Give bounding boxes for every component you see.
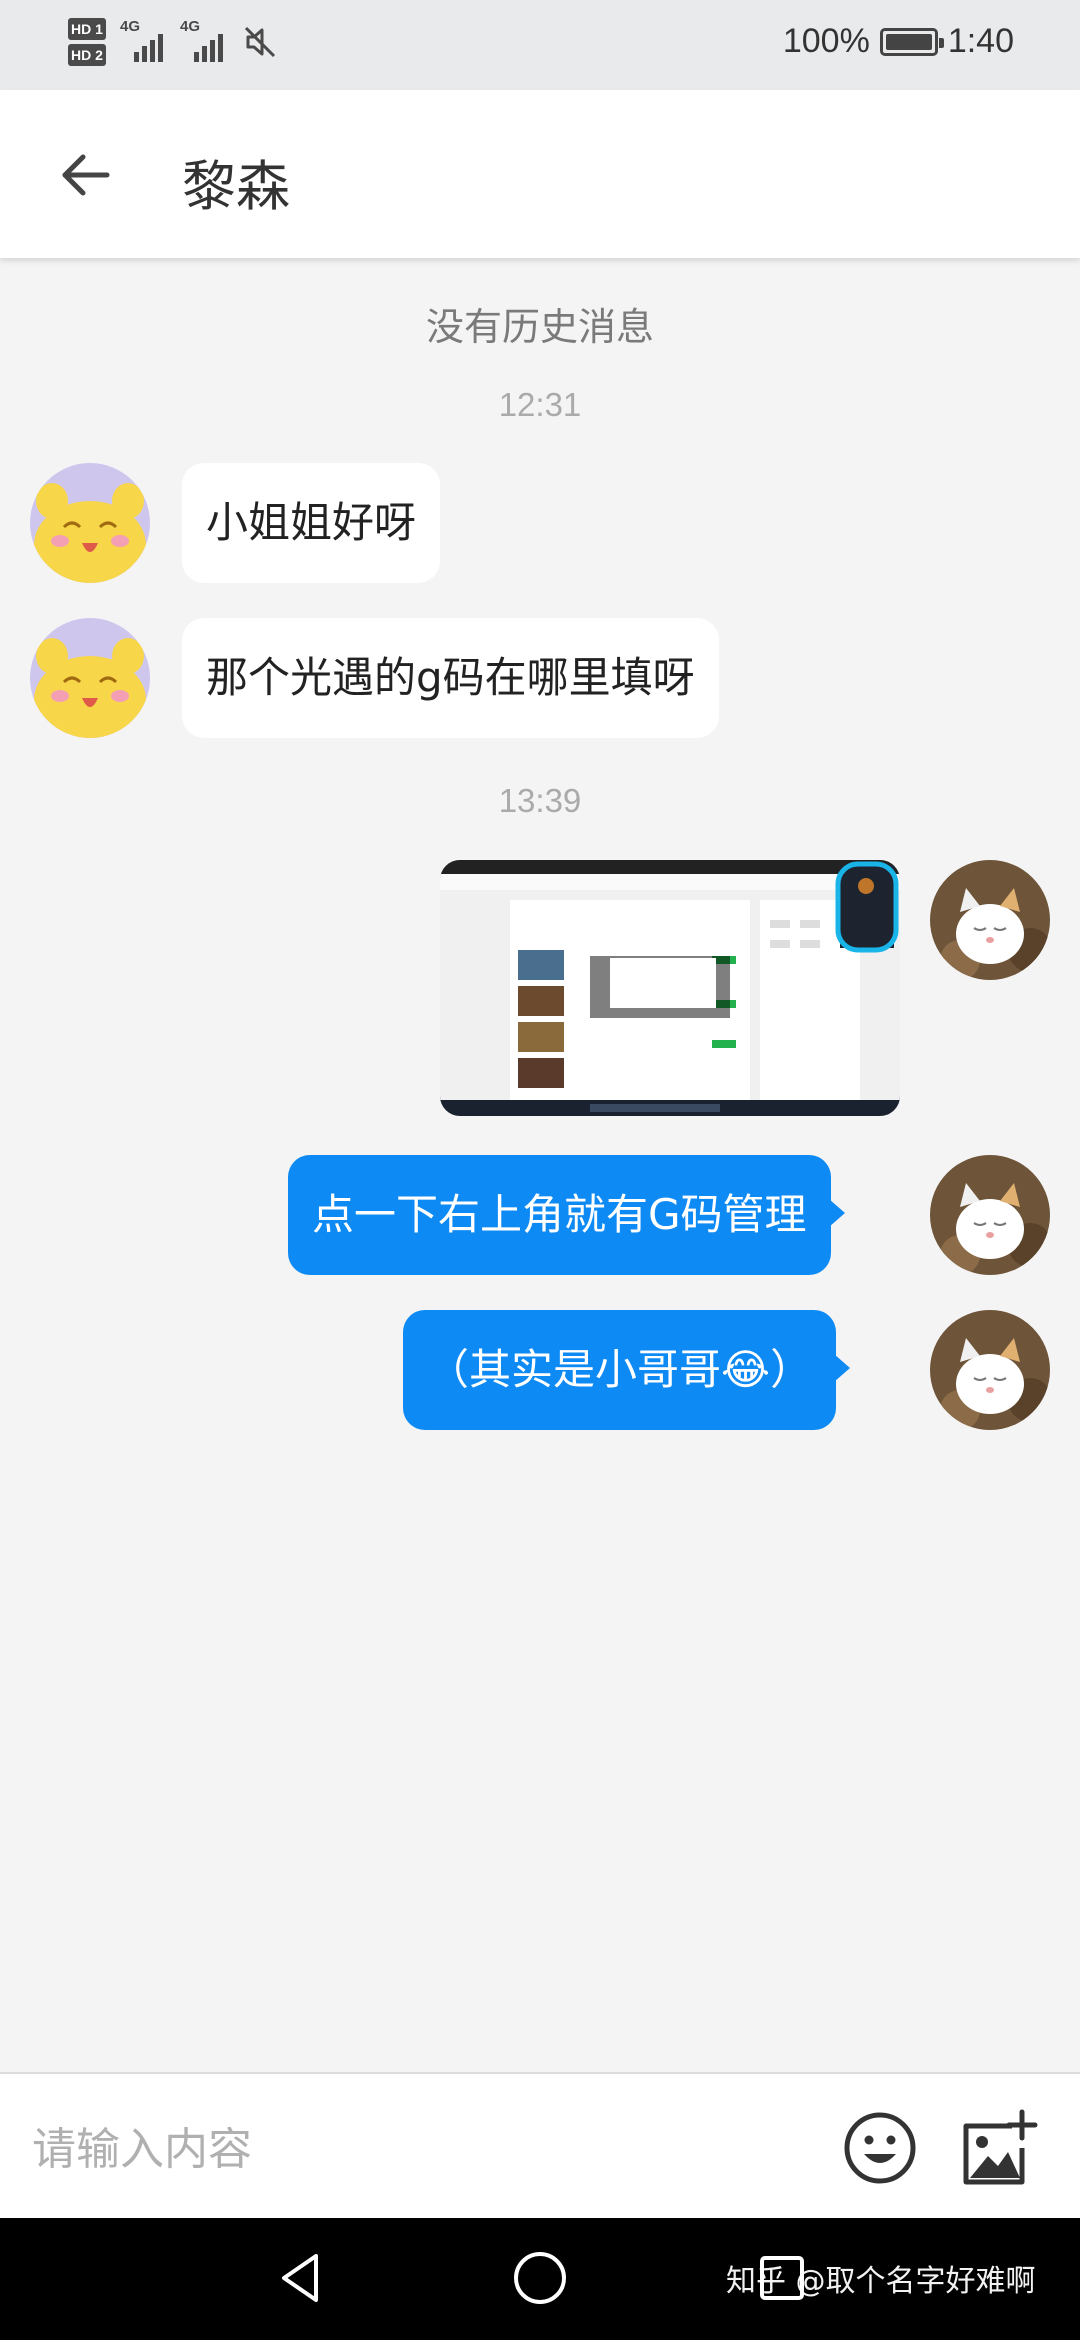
battery-icon (879, 27, 944, 56)
watermark: 知乎 @取个名字好难啊 (726, 2264, 1036, 2299)
message-bubble-incoming[interactable]: 小姐姐好呀 (182, 463, 441, 583)
message-bubble-outgoing[interactable]: 点一下右上角就有G码管理 (288, 1155, 845, 1275)
title-bar: 黎森 (0, 90, 1080, 258)
battery-fill (885, 33, 932, 50)
page-title: 黎森 (182, 155, 290, 218)
hd1-icon: HD 1 (68, 18, 106, 40)
status-right: 100% 1:40 (783, 22, 1014, 61)
input-bar (0, 2072, 1080, 2218)
battery-percent: 100% (782, 22, 870, 60)
status-left: HD 1 HD 2 4G 4G (68, 18, 280, 66)
clock: 1:40 (947, 22, 1014, 60)
contact-avatar[interactable] (30, 618, 150, 738)
message-bubble-incoming[interactable]: 那个光遇的g码在哪里填呀 (182, 618, 719, 738)
emoji-button[interactable] (842, 2110, 918, 2186)
navigation-bar: 知乎 @取个名字好难啊 (0, 2218, 1080, 2340)
image-button[interactable] (960, 2108, 1038, 2188)
my-avatar[interactable] (930, 1155, 1050, 1275)
hd-icons: HD 1 HD 2 (68, 18, 106, 66)
message-bubble-outgoing[interactable]: （其实是小哥哥😂） (403, 1310, 851, 1430)
screenshot-thumbnail (440, 860, 900, 1116)
no-history-note: 没有历史消息 (425, 305, 654, 349)
timestamp: 12:31 (498, 386, 582, 423)
signal-icon-1: 4G (120, 18, 166, 62)
back-button[interactable] (50, 140, 120, 210)
smiley-icon (844, 2112, 916, 2184)
image-add-icon (963, 2109, 1038, 2185)
nav-home-button[interactable] (510, 2248, 570, 2308)
timestamp: 13:39 (498, 782, 582, 819)
mute-icon (244, 26, 276, 58)
status-bar: HD 1 HD 2 4G 4G 100% 1:40 (0, 0, 1080, 90)
my-avatar[interactable] (930, 860, 1050, 980)
signal2-label: 4G (180, 18, 201, 35)
signal-icon-2: 4G (180, 18, 226, 62)
arrow-left-icon (62, 154, 110, 196)
message-input[interactable] (32, 2114, 812, 2184)
image-message[interactable] (440, 860, 900, 1116)
hd2-icon: HD 2 (68, 44, 106, 66)
signal1-label: 4G (120, 18, 141, 35)
my-avatar[interactable] (930, 1310, 1050, 1430)
triangle-back-icon (282, 2254, 318, 2302)
contact-avatar[interactable] (30, 463, 150, 583)
nav-back-button[interactable] (270, 2248, 330, 2308)
circle-home-icon (514, 2252, 566, 2304)
